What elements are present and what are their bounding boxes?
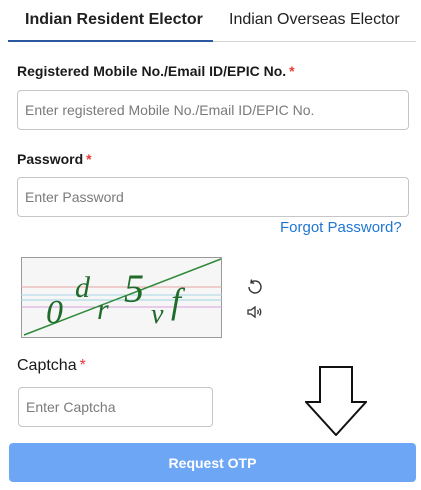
elector-tabs: Indian Resident Elector Indian Overseas … (0, 0, 421, 44)
tab-divider (213, 41, 416, 42)
required-asterisk: * (289, 63, 295, 79)
captcha-char: r (97, 293, 109, 326)
captcha-image: 0 d r 5 v f (21, 257, 222, 338)
captcha-input-placeholder: Enter Captcha (26, 399, 116, 415)
captcha-label-text: Captcha (17, 357, 77, 374)
request-otp-label: Request OTP (168, 454, 257, 471)
captcha-input[interactable]: Enter Captcha (18, 387, 213, 427)
down-arrow-icon (305, 366, 367, 436)
required-asterisk: * (86, 151, 92, 167)
captcha-label: Captcha * (17, 357, 86, 375)
password-label-text: Password (17, 151, 84, 167)
captcha-char: 5 (124, 266, 144, 311)
speaker-icon[interactable] (245, 302, 265, 322)
password-label: Password * (17, 150, 92, 168)
active-tab-indicator (8, 40, 213, 42)
mobile-label: Registered Mobile No./Email ID/EPIC No. * (17, 62, 295, 80)
required-asterisk: * (79, 357, 86, 374)
forgot-password-link[interactable]: Forgot Password? (280, 219, 402, 236)
refresh-icon[interactable] (245, 277, 265, 297)
password-input-placeholder: Enter Password (25, 189, 124, 205)
mobile-email-epic-input[interactable]: Enter registered Mobile No./Email ID/EPI… (17, 90, 409, 130)
tab-indian-resident-elector[interactable]: Indian Resident Elector (25, 10, 203, 30)
captcha-char: 0 (46, 294, 63, 331)
captcha-char: d (75, 271, 91, 304)
mobile-input-placeholder: Enter registered Mobile No./Email ID/EPI… (25, 102, 315, 118)
tab-indian-overseas-elector[interactable]: Indian Overseas Elector (229, 10, 400, 30)
captcha-char: v (151, 299, 164, 330)
request-otp-button[interactable]: Request OTP (9, 443, 416, 482)
mobile-label-text: Registered Mobile No./Email ID/EPIC No. (17, 63, 287, 79)
password-input[interactable]: Enter Password (17, 177, 409, 217)
